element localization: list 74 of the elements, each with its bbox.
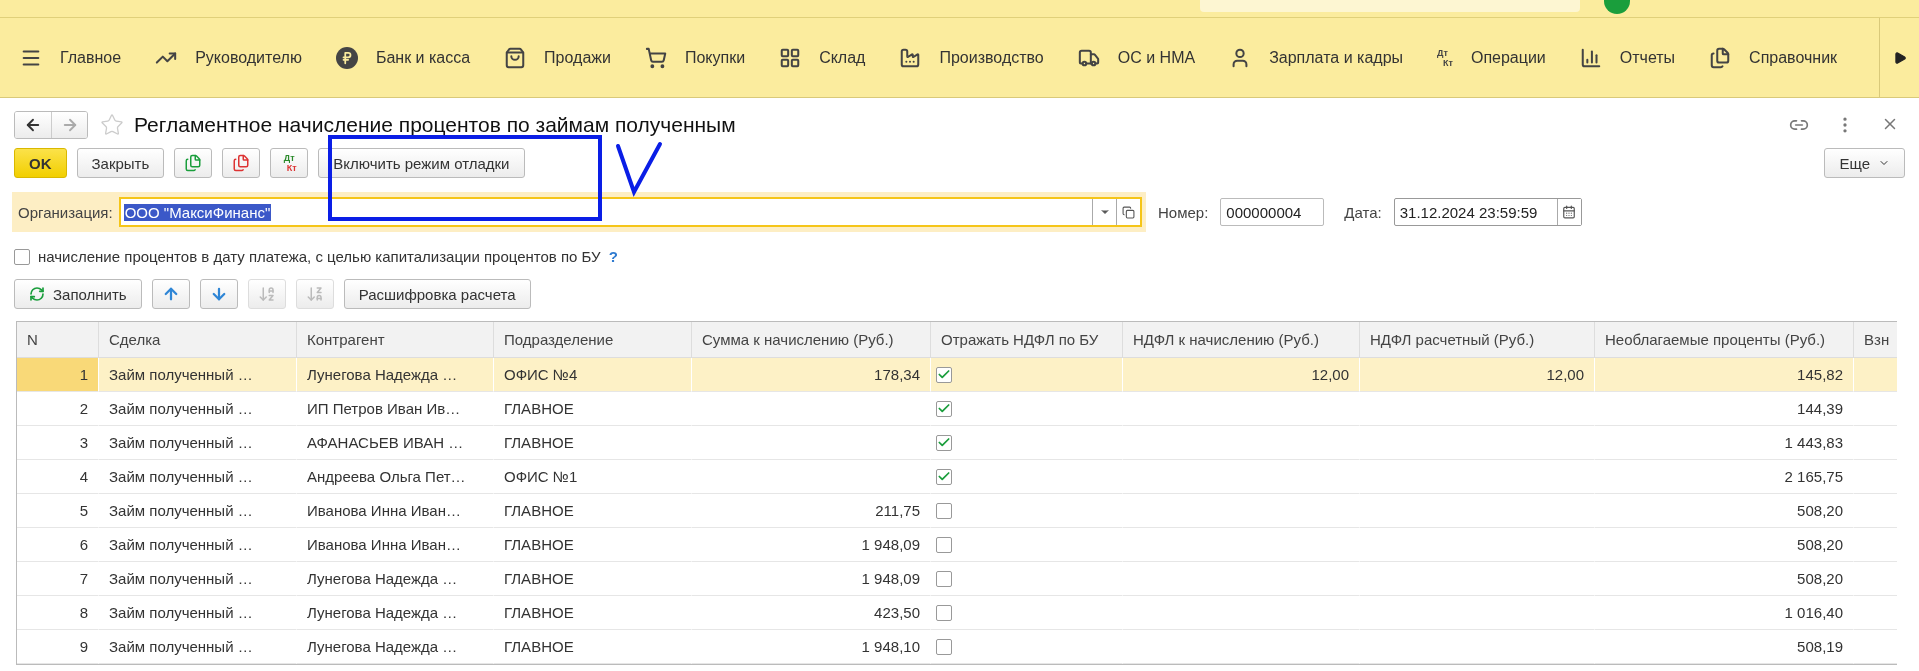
refresh-icon [29,286,45,302]
annotation-check-mark [616,142,662,197]
number-label: Номер: [1158,203,1209,221]
cart-icon [644,46,667,69]
ok-button[interactable]: OK [14,148,67,178]
debug-mode-button[interactable]: Включить режим отладки [318,148,525,178]
section-item[interactable]: Зарплата и кадры [1229,46,1404,69]
fill-button[interactable]: Заполнить [14,279,142,309]
organization-field[interactable]: ООО "МаксиФинанс" [118,197,1142,227]
section-item[interactable]: ОС и НМА [1077,46,1196,69]
section-item[interactable]: Дт Кт Операции [1437,47,1546,68]
checkbox[interactable] [936,434,952,451]
table-cell: Лунегова Надежда … [297,358,494,392]
bar-chart-icon [1579,46,1602,69]
section-item[interactable]: Главное [20,46,122,69]
table-cell: 178,34 [692,358,931,392]
calculation-details-button[interactable]: Расшифровка расчета [343,279,531,309]
close-button[interactable]: Закрыть [76,148,165,178]
documents-icon [1709,46,1732,69]
checkbox[interactable] [14,248,30,265]
section-item[interactable]: Отчеты [1579,46,1676,69]
table-cell [1854,358,1897,392]
star-icon[interactable] [100,113,124,137]
checkbox[interactable] [936,570,952,587]
column-header[interactable]: НДФЛ к начислению (Руб.) [1123,322,1360,358]
column-header[interactable]: Сделка [99,322,297,358]
more-button[interactable]: Еще [1824,148,1905,178]
column-header[interactable]: Сумма к начислению (Руб.) [692,322,931,358]
checkbox[interactable] [936,468,952,485]
column-header[interactable]: Контрагент [297,322,494,358]
section-item[interactable]: Производство [899,46,1044,69]
column-header[interactable]: Взн [1854,322,1897,358]
table-cell: 145,82 [1595,358,1854,392]
section-item[interactable]: Продажи [504,46,611,69]
sort-descending-icon[interactable] [295,279,334,309]
section-item[interactable]: Руководителю [155,46,302,69]
table-cell: ОФИС №4 [494,358,692,392]
factory-icon [899,46,922,69]
checkbox[interactable] [936,502,952,519]
organization-label: Организация: [18,203,113,221]
column-header[interactable]: Подразделение [494,322,692,358]
checkbox[interactable] [936,400,952,417]
move-down-icon[interactable] [199,279,238,309]
window-title: Регламентное начисление процентов по займам полученным [134,113,737,137]
checkbox-label: начисление процентов в дату платежа, с целью капитализации процентов по БУ [38,248,601,265]
back-button[interactable] [15,112,51,138]
triangle-right-icon [1892,50,1907,65]
checkbox[interactable] [936,366,952,383]
shopping-bag-icon [504,46,527,69]
ruble-icon [335,46,358,69]
move-up-icon[interactable] [151,279,190,309]
column-header[interactable]: НДФЛ расчетный (Руб.) [1360,322,1595,358]
debit-credit-button[interactable]: Дт Кт [270,148,309,178]
table-cell: 12,00 [1360,358,1595,392]
column-header[interactable]: Отражать НДФЛ по БУ [931,322,1123,358]
checkbox[interactable] [936,536,952,553]
number-field[interactable]: 000000004 [1220,198,1325,226]
section-item[interactable]: Банк и касса [335,46,471,69]
table-cell: 12,00 [1123,358,1360,392]
date-label: Дата: [1344,203,1382,221]
section-item[interactable]: Покупки [644,46,746,69]
column-header[interactable]: N [17,322,99,358]
column-header[interactable]: Необлагаемые проценты (Руб.) [1595,322,1854,358]
checkbox[interactable] [936,604,952,621]
calendar-icon[interactable] [1556,199,1581,225]
section-item[interactable]: Склад [779,46,866,69]
help-link[interactable]: ? [608,248,618,265]
table-cell: Займ полученный … [99,358,297,392]
section-item[interactable]: Справочник [1709,46,1838,69]
date-field[interactable]: 31.12.2024 23:59:59 [1393,198,1582,226]
row-number[interactable]: 1 [17,358,99,392]
grid-icon [779,46,802,69]
checkbox[interactable] [936,638,952,655]
debit-credit-icon: Дт Кт [1437,47,1453,68]
